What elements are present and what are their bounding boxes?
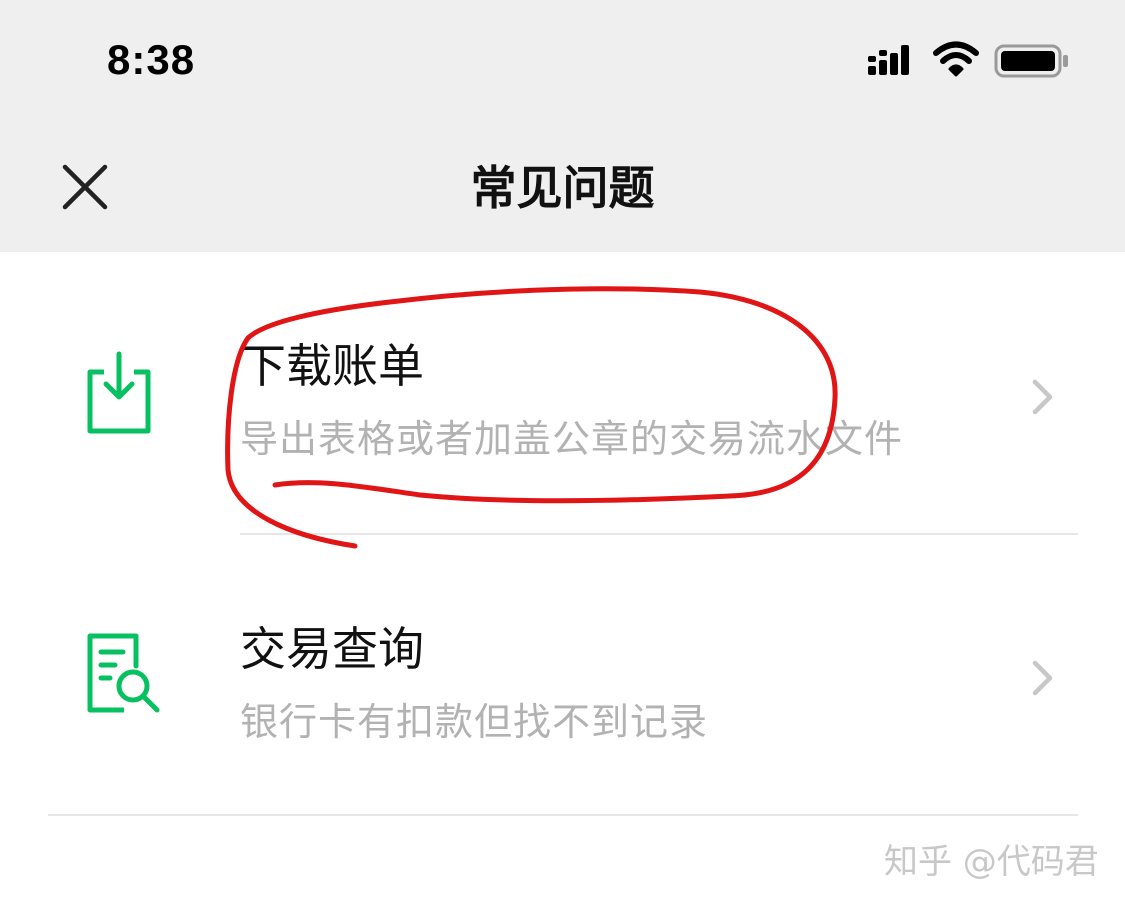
item-title: 交易查询: [240, 622, 424, 676]
wifi-icon: [933, 41, 979, 77]
download-document-icon: [87, 351, 151, 434]
item-subtitle: 银行卡有扣款但找不到记录: [240, 700, 709, 744]
chevron-right-icon: [1032, 660, 1053, 696]
item-title: 下载账单: [240, 339, 424, 393]
watermark: 知乎 @代码君: [884, 842, 1099, 882]
screen: 8:38 常见问题 下载账单 导出表格或者加盖公章的交易流水文件 交易查询 银行…: [0, 0, 1125, 899]
item-subtitle: 导出表格或者加盖公章的交易流水文件: [240, 417, 904, 461]
search-document-icon: [87, 633, 160, 713]
top-bar: 8:38 常见问题: [0, 0, 1125, 252]
page-title: 常见问题: [470, 161, 655, 215]
chevron-right-icon: [1032, 379, 1053, 415]
battery-icon: [994, 44, 1068, 78]
signal-icon: [868, 45, 909, 75]
divider: [48, 814, 1078, 816]
list-item-transaction-query[interactable]: 交易查询 银行卡有扣款但找不到记录: [0, 535, 1125, 815]
list-item-download-bill[interactable]: 下载账单 导出表格或者加盖公章的交易流水文件: [0, 252, 1125, 534]
status-time: 8:38: [107, 36, 196, 83]
